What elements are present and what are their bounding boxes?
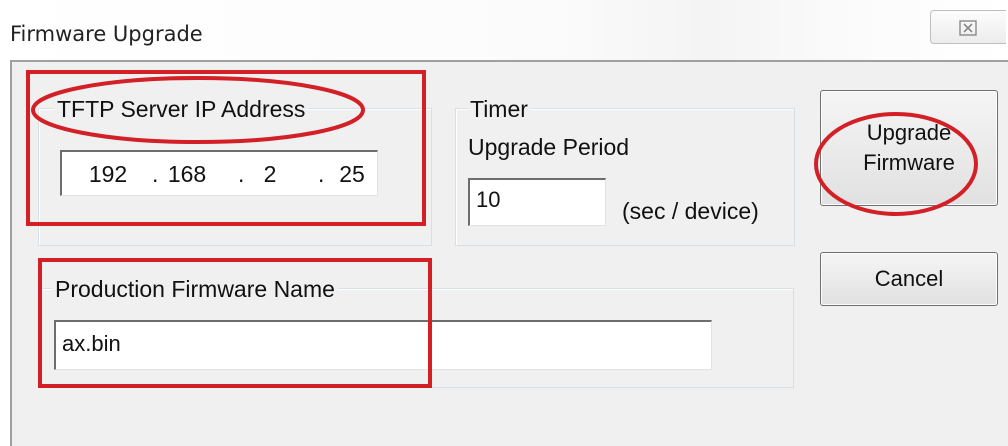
title-bar: Firmware Upgrade (0, 0, 1008, 62)
upgrade-button-label-line1: Upgrade (866, 120, 952, 145)
window-title: Firmware Upgrade (10, 22, 203, 46)
upgrade-firmware-button[interactable]: Upgrade Firmware (820, 90, 998, 206)
ip-octet-1[interactable]: 192 (84, 161, 132, 188)
firmware-group-label: Production Firmware Name (52, 276, 338, 302)
upgrade-period-unit: (sec / device) (622, 198, 759, 224)
close-icon (959, 20, 977, 36)
upgrade-period-label: Upgrade Period (468, 134, 630, 160)
ip-octet-2[interactable]: 168 (163, 161, 211, 188)
timer-group-label: Timer (467, 96, 531, 122)
ip-octet-3[interactable]: 2 (258, 161, 282, 188)
upgrade-period-input[interactable]: 10 (468, 178, 606, 226)
firmware-name-input[interactable]: ax.bin (54, 320, 712, 370)
tftp-group-label: TFTP Server IP Address (54, 96, 309, 122)
ip-separator-3: . (318, 161, 325, 187)
upgrade-button-label-line2: Firmware (863, 150, 955, 175)
ip-address-field[interactable]: 192 . 168 . 2 . 25 (60, 150, 378, 196)
ip-octet-4[interactable]: 25 (334, 161, 370, 188)
ip-separator-2: . (238, 161, 245, 187)
ip-separator-1: . (152, 161, 159, 187)
cancel-button[interactable]: Cancel (820, 252, 998, 306)
close-button[interactable] (930, 10, 1006, 44)
